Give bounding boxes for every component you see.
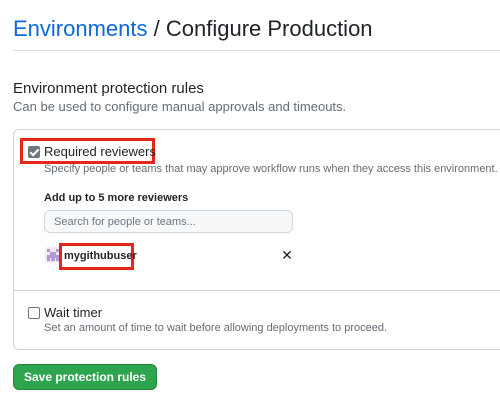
breadcrumb: Environments / Configure Production xyxy=(13,14,373,44)
section-description: Can be used to configure manual approval… xyxy=(13,99,347,114)
page-title: Configure Production xyxy=(165,16,373,41)
wait-timer-checkbox[interactable] xyxy=(28,307,40,319)
required-reviewers-label: Required reviewers xyxy=(44,144,156,159)
close-icon[interactable]: ✕ xyxy=(280,248,294,262)
reviewer-search-input[interactable] xyxy=(44,210,293,233)
wait-timer-description: Set an amount of time to wait before all… xyxy=(44,322,388,334)
breadcrumb-environments-link[interactable]: Environments xyxy=(13,16,148,41)
rules-divider xyxy=(14,290,500,291)
save-protection-rules-button[interactable]: Save protection rules xyxy=(13,364,157,390)
header-divider xyxy=(13,50,500,51)
add-reviewers-label: Add up to 5 more reviewers xyxy=(44,192,189,204)
wait-timer-label: Wait timer xyxy=(44,305,103,320)
section-title: Environment protection rules xyxy=(13,80,204,97)
required-reviewers-checkbox[interactable] xyxy=(28,146,40,158)
reviewer-username: mygithubuser xyxy=(64,250,137,262)
breadcrumb-separator: / xyxy=(147,16,166,41)
required-reviewers-description: Specify people or teams that may approve… xyxy=(44,163,498,175)
